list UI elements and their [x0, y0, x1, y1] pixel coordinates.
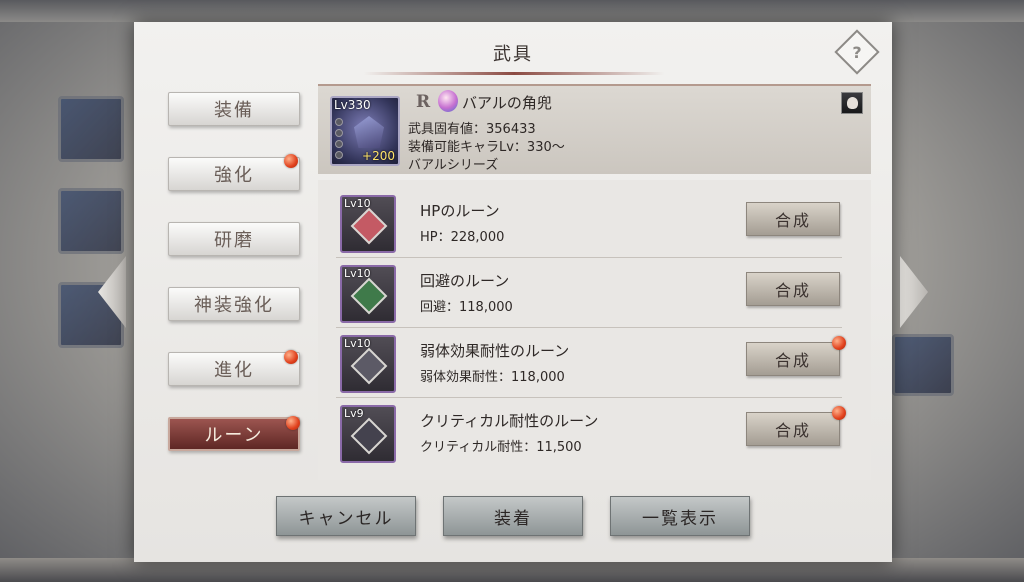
tab-label: 装備	[214, 100, 254, 121]
button-label: 合成	[774, 351, 811, 370]
tab-rune[interactable]: ルーン	[168, 417, 300, 451]
rune-name: クリティカル耐性のルーン	[420, 412, 599, 430]
item-info-panel: Lv330 +200 R バアルの角兜 武具固有値：356433 装備可能キャラ…	[318, 84, 871, 174]
tab-evolve[interactable]: 進化	[168, 352, 300, 386]
button-label: 合成	[774, 421, 811, 440]
item-name: バアルの角兜	[462, 94, 552, 112]
rarity-label: R	[416, 92, 431, 112]
heart-gem-icon	[350, 207, 388, 245]
critical-resist-rune-icon[interactable]: Lv9	[340, 405, 396, 463]
tab-label: ルーン	[204, 425, 264, 446]
notification-badge	[286, 416, 300, 430]
cancel-button[interactable]: キャンセル	[276, 496, 416, 536]
item-equip-level: 装備可能キャラLv：330〜	[408, 140, 565, 155]
rune-row-evasion: Lv10 回避のルーン 回避：118,000 合成	[336, 262, 842, 328]
tab-divine-enhance[interactable]: 神装強化	[168, 287, 300, 321]
star-gem-icon	[350, 417, 388, 455]
rune-row-critical-resist: Lv9 クリティカル耐性のルーン クリティカル耐性：11,500 合成	[336, 402, 846, 468]
notification-badge	[832, 336, 846, 350]
tab-label: 強化	[214, 165, 254, 186]
rune-stat: 弱体効果耐性：118,000	[420, 370, 565, 385]
notification-badge	[284, 154, 298, 168]
notification-badge	[832, 406, 846, 420]
item-plus-value: +200	[362, 149, 395, 163]
element-orb-icon	[438, 90, 458, 112]
wind-gem-icon	[350, 277, 388, 315]
button-label: 装着	[494, 508, 532, 529]
button-label: 一覧表示	[642, 508, 718, 529]
rune-row-hp: Lv10 HPのルーン HP：228,000 合成	[336, 192, 842, 258]
list-view-button[interactable]: 一覧表示	[610, 496, 750, 536]
tab-equip[interactable]: 装備	[168, 92, 300, 126]
tab-polish[interactable]: 研磨	[168, 222, 300, 256]
button-label: 合成	[774, 281, 811, 300]
item-level: Lv330	[334, 98, 371, 112]
helmet-item-icon[interactable]: Lv330 +200	[330, 96, 400, 166]
rune-name: HPのルーン	[420, 202, 500, 220]
notification-badge	[284, 350, 298, 364]
hp-rune-icon[interactable]: Lv10	[340, 195, 396, 253]
background-header	[0, 0, 1024, 22]
synthesize-button[interactable]: 合成	[746, 202, 840, 236]
background-tile	[892, 334, 954, 396]
rune-stat: クリティカル耐性：11,500	[420, 440, 582, 455]
equipment-dialog: 武具 ? 装備 強化 研磨 神装強化 進化 ルーン Lv330 +200 R バ…	[134, 22, 892, 562]
rune-list: Lv10 HPのルーン HP：228,000 合成 Lv10 回避のルーン 回避…	[318, 180, 871, 480]
title-divider	[364, 72, 664, 75]
equip-button[interactable]: 装着	[443, 496, 583, 536]
socket-gems	[335, 118, 343, 159]
question-diamond-icon: ?	[852, 42, 862, 62]
debuff-resist-rune-icon[interactable]: Lv10	[340, 335, 396, 393]
button-label: キャンセル	[298, 508, 394, 529]
item-series: バアルシリーズ	[408, 158, 499, 173]
evasion-rune-icon[interactable]: Lv10	[340, 265, 396, 323]
help-button[interactable]: ?	[834, 29, 880, 75]
tab-label: 進化	[214, 360, 254, 381]
rune-level: Lv9	[344, 407, 364, 420]
character-thumbnail-icon[interactable]	[841, 92, 863, 114]
rune-name: 弱体効果耐性のルーン	[420, 342, 570, 360]
synthesize-button[interactable]: 合成	[746, 342, 840, 376]
synthesize-button[interactable]: 合成	[746, 412, 840, 446]
rune-stat: HP：228,000	[420, 230, 505, 245]
rune-row-debuff-resist: Lv10 弱体効果耐性のルーン 弱体効果耐性：118,000 合成	[336, 332, 846, 398]
tab-label: 研磨	[214, 230, 254, 251]
item-inherent-value: 武具固有値：356433	[408, 122, 536, 137]
background-tile	[58, 188, 124, 254]
rune-name: 回避のルーン	[420, 272, 510, 290]
rune-stat: 回避：118,000	[420, 300, 513, 315]
tab-label: 神装強化	[194, 295, 274, 316]
button-label: 合成	[774, 211, 811, 230]
background-tile	[58, 96, 124, 162]
helmet-icon	[354, 116, 384, 148]
cross-gem-icon	[350, 347, 388, 385]
dialog-title: 武具	[493, 44, 533, 65]
tab-enhance[interactable]: 強化	[168, 157, 300, 191]
synthesize-button[interactable]: 合成	[746, 272, 840, 306]
